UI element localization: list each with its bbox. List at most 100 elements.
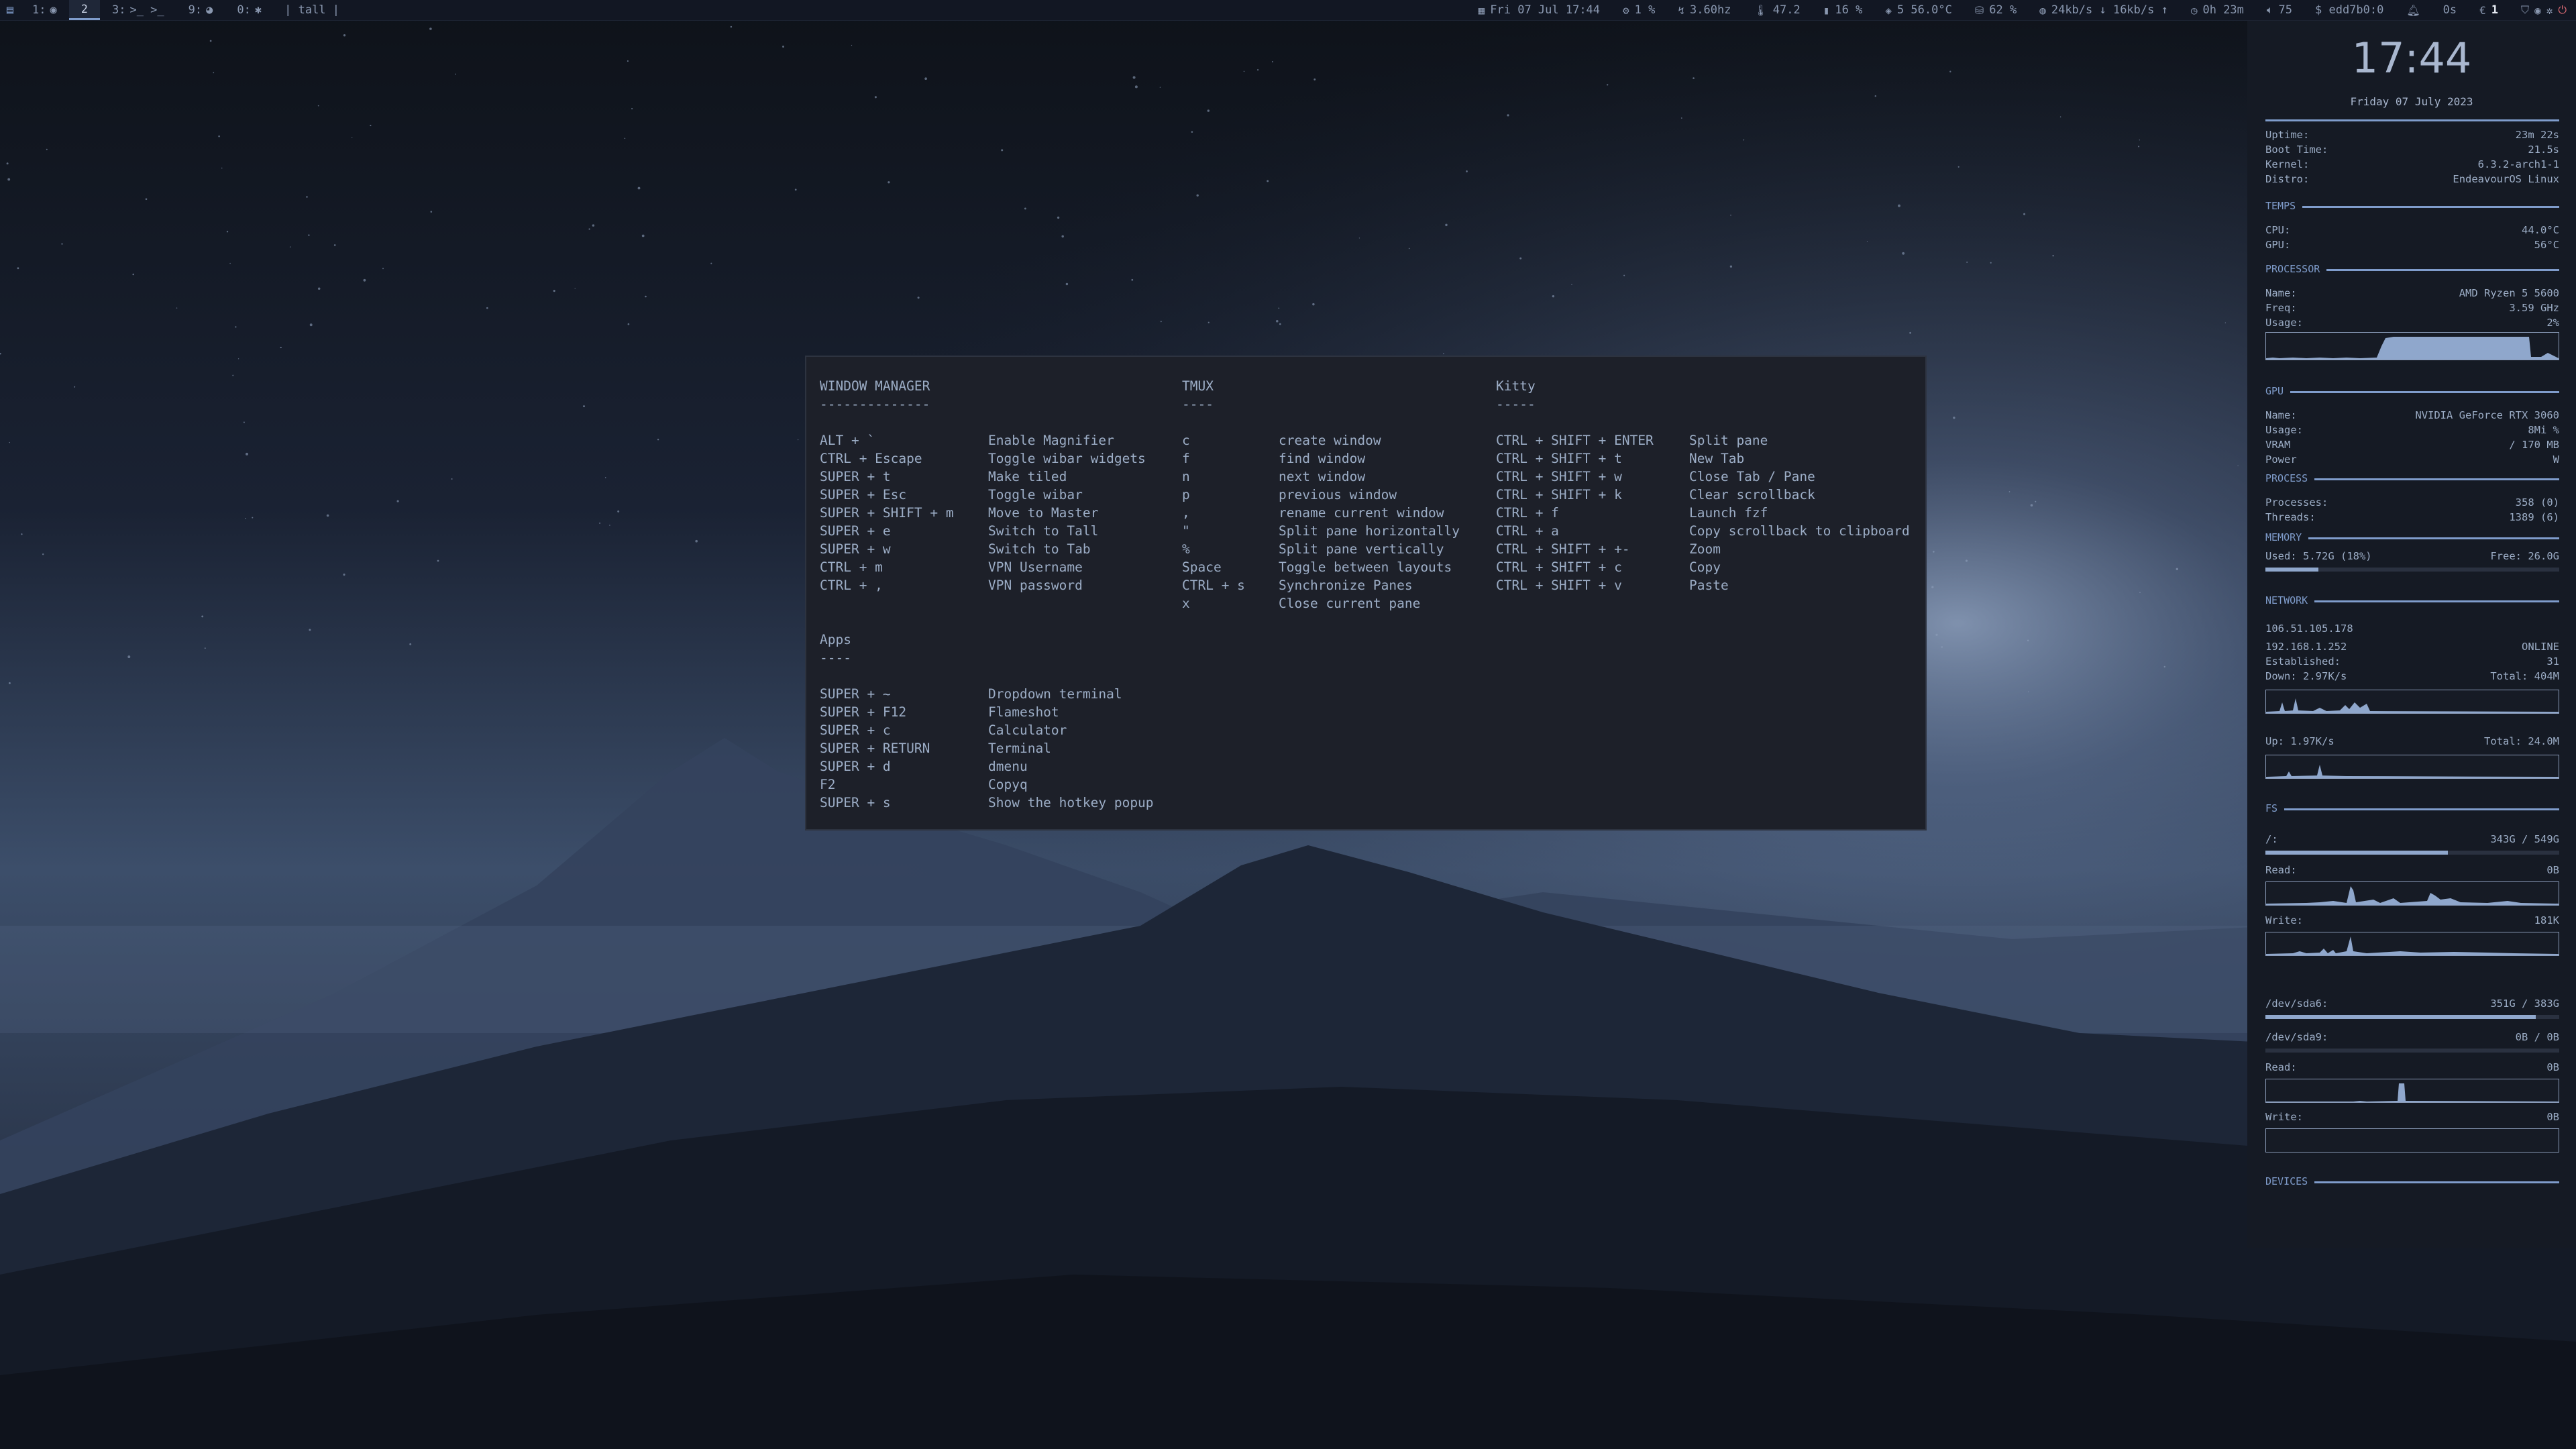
apps-hotkey-key: F2: [820, 777, 836, 792]
kitty-hotkey-key: CTRL + SHIFT + v: [1496, 578, 1622, 593]
up-speed: Up: 1.97K/s: [2265, 735, 2334, 747]
system-info-label: Boot Time:: [2265, 144, 2328, 156]
devices-label: DEVICES: [2265, 1175, 2315, 1187]
fs-read2-row: Read: 0B: [2265, 1061, 2559, 1076]
processor-label: Name:: [2265, 287, 2297, 299]
cpu-module[interactable]: ⚙ 1 %: [1623, 3, 1655, 17]
apps-hotkey-row: SUPER + RETURN Terminal: [820, 739, 1051, 757]
sda6-usage: 351G / 383G: [2490, 998, 2559, 1010]
wm-hotkey-row: SUPER + Esc Toggle wibar: [820, 486, 1083, 504]
net-text: 24kb/s ↓ 16kb/s ↑: [2051, 3, 2168, 17]
shield-icon[interactable]: ⛉: [2521, 3, 2529, 17]
temp-row: GPU: 56°C: [2265, 239, 2559, 254]
system-info-row: Boot Time: 21.5s: [2265, 144, 2559, 158]
apps-hotkey-key: SUPER + ~: [820, 686, 891, 702]
up-total: Total: 24.0M: [2484, 735, 2559, 747]
steam-icon[interactable]: ◉: [2534, 4, 2541, 17]
tmux-hotkey-key: CTRL + s: [1182, 578, 1245, 593]
apps-hotkey-action: Dropdown terminal: [988, 686, 1122, 702]
custom-module[interactable]: $ edd7b0:0: [2315, 3, 2383, 17]
kitty-hotkey-action: New Tab: [1689, 451, 1745, 466]
sda6-label: /dev/sda6:: [2265, 998, 2328, 1010]
workspace-0[interactable]: 0: ✱: [225, 0, 274, 20]
workspace-3[interactable]: 3: >_ >_: [100, 0, 176, 20]
apps-hotkey-row: SUPER + d dmenu: [820, 757, 1028, 775]
network-tray-icon[interactable]: ✲: [2546, 4, 2553, 17]
frequency-icon: ↯: [1678, 3, 1685, 17]
sda9-usage: 0B / 0B: [2515, 1031, 2559, 1043]
kitty-hotkey-row: CTRL + SHIFT + c Copy: [1496, 558, 1721, 576]
date-module[interactable]: ▦ Fri 07 Jul 17:44: [1479, 3, 1600, 17]
notification-module[interactable]: 🔔︎: [2406, 4, 2420, 17]
uptime-module[interactable]: ◷ 0h 23m: [2191, 3, 2244, 17]
apps-hotkey-action: Copyq: [988, 777, 1028, 792]
tmux-hotkey-row: CTRL + s Synchronize Panes: [1182, 576, 1413, 594]
apps-title: Apps: [820, 632, 851, 647]
workspace-9[interactable]: 9: ◕: [176, 0, 225, 20]
tmux-hotkey-action: create window: [1279, 433, 1381, 448]
wm-hotkey-key: SUPER + t: [820, 469, 891, 484]
memory-free: Free: 26.0G: [2490, 550, 2559, 562]
kitty-title: Kitty: [1496, 378, 1536, 394]
root-fs-bar: [2265, 851, 2559, 855]
apps-underline: ----: [820, 650, 851, 665]
freq-module[interactable]: ↯ 3.60hz: [1678, 3, 1731, 17]
wm-hotkey-key: ALT + `: [820, 433, 875, 448]
disk-write-graph: [2265, 932, 2559, 956]
upload-graph: [2265, 755, 2559, 779]
temp-module[interactable]: 🌡︎ 47.2: [1754, 3, 1800, 17]
memory-row: Used: 5.72G (18%) Free: 26.0G: [2265, 550, 2559, 565]
system-info-value: 21.5s: [2528, 144, 2559, 156]
globe-icon: ◍: [2039, 3, 2046, 17]
system-info-row: Distro: EndeavourOS Linux: [2265, 173, 2559, 188]
workspace-2-label: 2: [80, 2, 88, 16]
temp-row: CPU: 44.0°C: [2265, 224, 2559, 239]
wm-hotkey-row: SUPER + w Switch to Tab: [820, 540, 1091, 558]
system-info-row: Kernel: 6.3.2-arch1-1: [2265, 158, 2559, 173]
tmux-hotkey-action: Toggle between layouts: [1279, 559, 1452, 575]
root-fs-usage: 343G / 549G: [2490, 833, 2559, 845]
fs-read-label: Read:: [2265, 864, 2297, 876]
processor-section: PROCESSOR: [2265, 263, 2559, 276]
launcher-icon[interactable]: ▤: [0, 0, 20, 20]
gpu-module[interactable]: ◈ 5 56.0°C: [1885, 3, 1952, 17]
kitty-hotkey-key: CTRL + f: [1496, 505, 1559, 521]
workspace-1[interactable]: 1: ◉: [20, 0, 69, 20]
processor-row: Name: AMD Ryzen 5 5600: [2265, 287, 2559, 302]
cpu-usage-graph: [2265, 332, 2559, 360]
tmux-hotkey-key: c: [1182, 433, 1190, 448]
power-icon[interactable]: ⏻: [2558, 3, 2567, 17]
pomodoro-module[interactable]: 0s: [2443, 3, 2457, 17]
divider: [2265, 119, 2559, 121]
tmux-hotkey-action: Synchronize Panes: [1279, 578, 1413, 593]
memory-label: MEMORY: [2265, 531, 2309, 543]
kitty-hotkey-row: CTRL + SHIFT + ENTER Split pane: [1496, 431, 1768, 449]
temp-text: 47.2: [1772, 3, 1801, 17]
cpu-text: 1 %: [1634, 3, 1656, 17]
system-info-value: 6.3.2-arch1-1: [2477, 158, 2559, 170]
kitty-hotkey-key: CTRL + SHIFT + ENTER: [1496, 433, 1654, 448]
network-module[interactable]: ◍ 24kb/s ↓ 16kb/s ↑: [2039, 3, 2168, 17]
disk-module[interactable]: ⛁ 62 %: [1975, 3, 2017, 17]
kitty-hotkey-row: CTRL + SHIFT + +- Zoom: [1496, 540, 1721, 558]
gpu-value: W: [2553, 453, 2559, 466]
layout-indicator[interactable]: | tall |: [284, 3, 339, 17]
fs-write-label: Write:: [2265, 914, 2303, 926]
temp-value: 56°C: [2534, 239, 2559, 251]
hotkey-popup: WINDOW MANAGER -------------- ALT + ` Ena…: [805, 356, 1927, 830]
memory-module[interactable]: ▮ 16 %: [1823, 3, 1863, 17]
root-fs-row: /: 343G / 549G: [2265, 833, 2559, 848]
kitty-hotkey-key: CTRL + a: [1496, 523, 1559, 539]
apps-hotkey-row: SUPER + c Calculator: [820, 721, 1067, 739]
tmux-hotkey-key: p: [1182, 487, 1190, 502]
updates-module[interactable]: € 1: [2479, 3, 2498, 17]
workspace-2[interactable]: 2: [68, 0, 100, 20]
public-ip-row: 106.51.105.178: [2265, 623, 2559, 637]
disk2-write-graph: [2265, 1128, 2559, 1152]
volume-module[interactable]: 🔈︎ 75: [2267, 3, 2292, 17]
tmux-hotkey-row: c create window: [1182, 431, 1381, 449]
established-value: 31: [2546, 655, 2559, 667]
kitty-hotkey-action: Copy scrollback to clipboard: [1689, 523, 1910, 539]
sda9-row: /dev/sda9: 0B / 0B: [2265, 1031, 2559, 1046]
memory-icon: ▮: [1823, 3, 1830, 17]
